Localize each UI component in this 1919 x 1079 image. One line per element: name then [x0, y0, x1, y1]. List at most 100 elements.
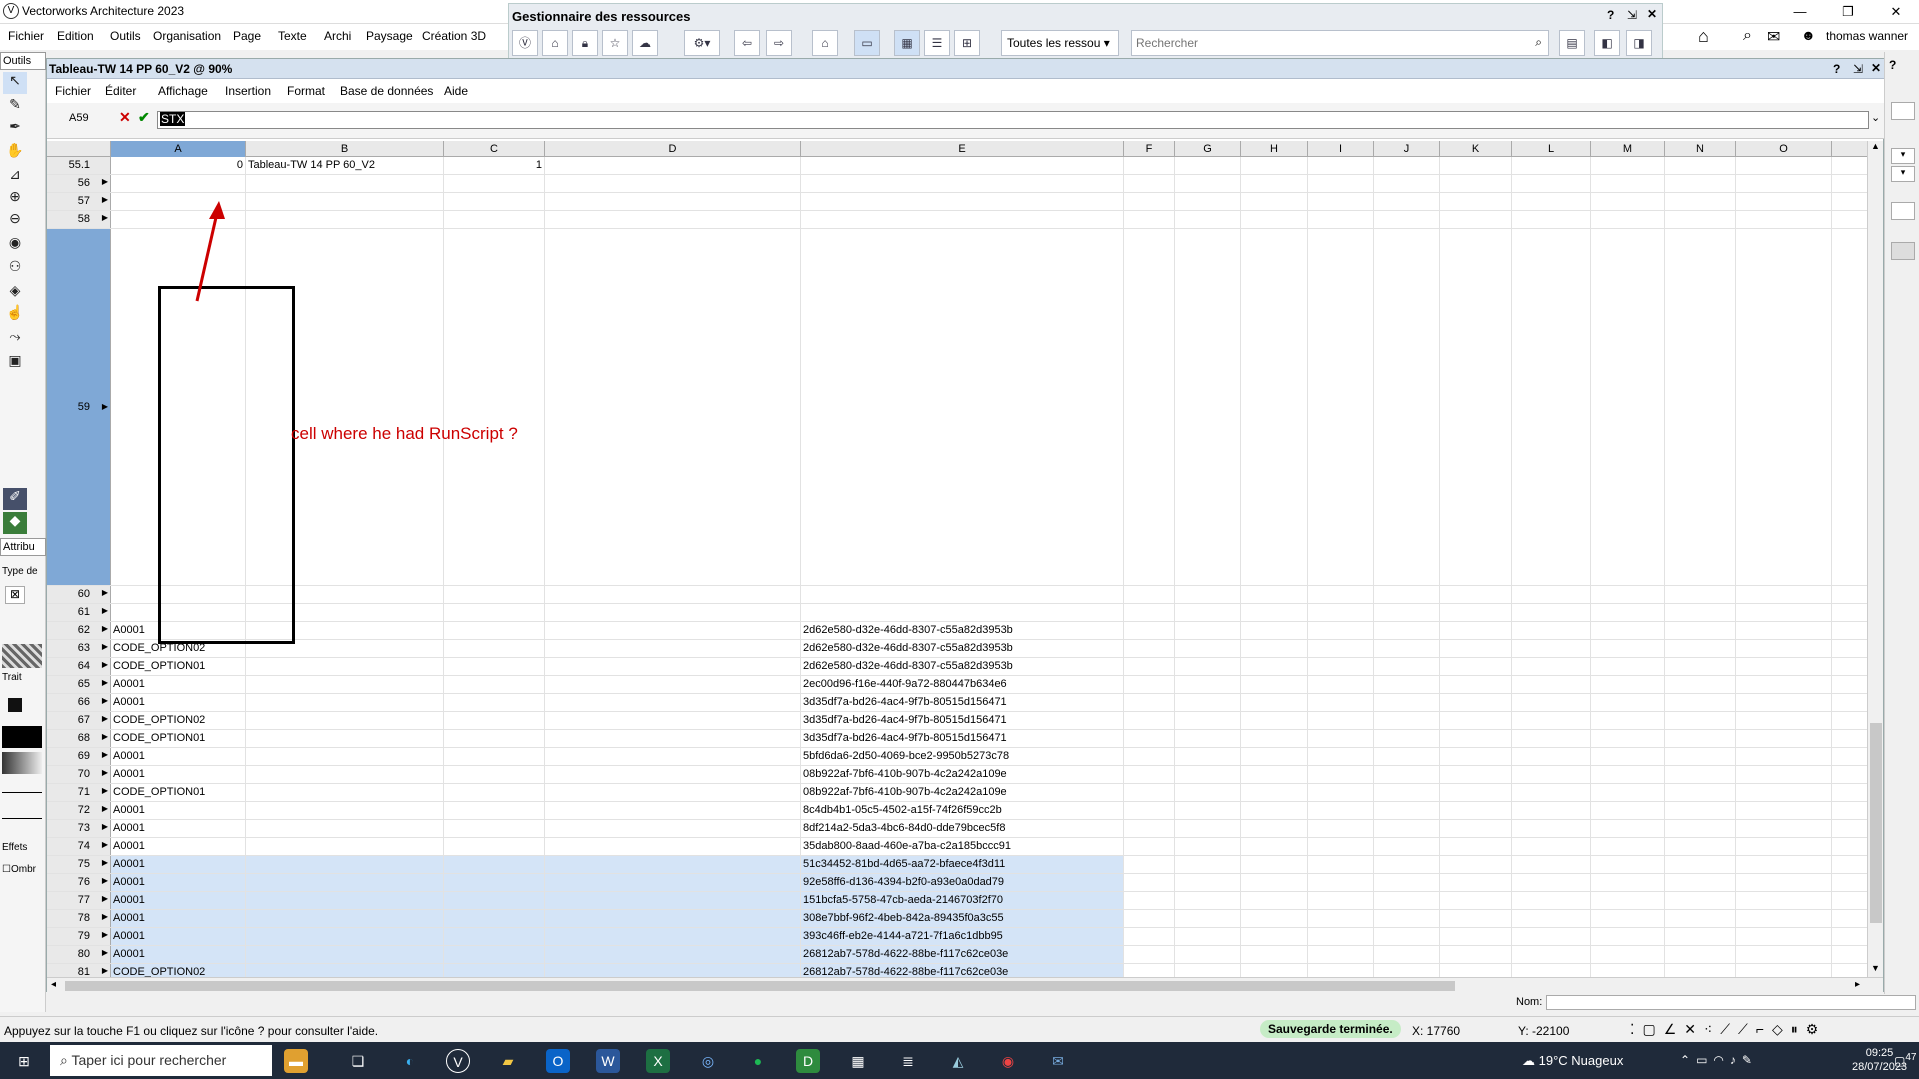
table-cell[interactable] — [1241, 838, 1308, 855]
table-cell[interactable] — [1665, 640, 1736, 657]
shadow-checkbox[interactable]: ☐Ombr — [2, 864, 36, 875]
table-cell[interactable] — [1665, 586, 1736, 603]
menu-2[interactable]: Outils — [110, 29, 141, 43]
table-cell[interactable] — [801, 586, 1124, 603]
settings-icon[interactable]: ⚙ — [1806, 1021, 1827, 1037]
table-cell[interactable] — [1374, 229, 1440, 585]
table-cell[interactable] — [545, 658, 801, 675]
table-cell[interactable] — [1440, 193, 1512, 210]
table-cell[interactable] — [246, 193, 444, 210]
table-cell[interactable] — [1175, 748, 1241, 765]
table-cell[interactable] — [1241, 856, 1308, 873]
table-cell[interactable]: A0001 — [111, 766, 246, 783]
table-cell[interactable] — [1665, 802, 1736, 819]
table-cell[interactable] — [1308, 622, 1374, 639]
table-cell[interactable] — [246, 211, 444, 228]
table-cell[interactable] — [1591, 820, 1665, 837]
table-cell[interactable] — [801, 175, 1124, 192]
snap-grid-icon[interactable]: ⁚ — [1630, 1021, 1642, 1037]
table-cell[interactable] — [1665, 820, 1736, 837]
table-cell[interactable]: CODE_OPTION01 — [111, 784, 246, 801]
sheet-menu-4[interactable]: Format — [287, 84, 325, 98]
scroll-up-icon[interactable]: ▲ — [1871, 141, 1880, 151]
table-cell[interactable] — [1512, 694, 1591, 711]
weather-widget[interactable]: ☁ 19°C Nuageux — [1522, 1053, 1623, 1069]
table-cell[interactable] — [1374, 802, 1440, 819]
word-icon[interactable]: W — [596, 1049, 620, 1073]
table-cell[interactable]: A0001 — [111, 910, 246, 927]
table-cell[interactable] — [545, 874, 801, 891]
table-cell[interactable]: 393c46ff-eb2e-4144-a721-7f1a6c1dbb95 — [801, 928, 1124, 945]
column-header[interactable]: O — [1736, 141, 1832, 157]
row-header[interactable]: 72 ▶ — [47, 802, 111, 819]
pick-tool-icon[interactable]: ✒ — [3, 118, 27, 140]
table-cell[interactable] — [1665, 784, 1736, 801]
lock-icon[interactable]: 🔒︎ — [572, 30, 598, 56]
expand-row-icon[interactable]: ▶ — [102, 858, 108, 867]
menu-8[interactable]: Création 3D — [422, 29, 486, 43]
table-cell[interactable] — [444, 730, 545, 747]
sheet-menu-3[interactable]: Insertion — [225, 84, 271, 98]
table-cell[interactable] — [444, 229, 545, 585]
table-cell[interactable] — [1308, 694, 1374, 711]
attributes-tab[interactable]: Attribu — [0, 538, 46, 556]
table-cell[interactable] — [1124, 730, 1175, 747]
table-cell[interactable] — [246, 676, 444, 693]
pin-icon[interactable]: ⇲ — [1627, 8, 1637, 22]
table-cell[interactable] — [444, 640, 545, 657]
table-cell[interactable] — [1241, 694, 1308, 711]
snap-edge-icon[interactable]: ⌐ — [1756, 1021, 1772, 1037]
table-cell[interactable] — [246, 694, 444, 711]
table-cell[interactable] — [1440, 874, 1512, 891]
table-cell[interactable] — [444, 820, 545, 837]
table-cell[interactable] — [1736, 784, 1832, 801]
expand-row-icon[interactable]: ▶ — [102, 912, 108, 921]
expand-row-icon[interactable]: ▶ — [102, 732, 108, 741]
table-cell[interactable] — [246, 658, 444, 675]
table-cell[interactable] — [444, 802, 545, 819]
table-cell[interactable] — [1374, 730, 1440, 747]
table-cell[interactable] — [1124, 874, 1175, 891]
table-cell[interactable] — [1175, 658, 1241, 675]
magnifier-icon[interactable]: ⌕ — [1743, 27, 1752, 45]
table-cell[interactable] — [1591, 157, 1665, 174]
pen-icon[interactable]: ✎ — [1742, 1053, 1758, 1067]
table-cell[interactable] — [1124, 658, 1175, 675]
table-cell[interactable] — [1308, 946, 1374, 963]
table-cell[interactable] — [1124, 622, 1175, 639]
table-cell[interactable] — [1308, 586, 1374, 603]
table-cell[interactable] — [1512, 946, 1591, 963]
table-cell[interactable]: 51c34452-81bd-4d65-aa72-bfaece4f3d11 — [801, 856, 1124, 873]
table-cell[interactable] — [1308, 229, 1374, 585]
table-cell[interactable] — [801, 157, 1124, 174]
table-cell[interactable] — [545, 604, 801, 621]
zoom-in-icon[interactable]: ⊕ — [3, 188, 27, 210]
chevron-down-icon[interactable]: ⌄ — [1871, 111, 1880, 124]
table-cell[interactable] — [1308, 604, 1374, 621]
table-cell[interactable] — [545, 892, 801, 909]
table-cell[interactable] — [1374, 910, 1440, 927]
table-cell[interactable] — [1736, 676, 1832, 693]
table-cell[interactable] — [1241, 784, 1308, 801]
table-cell[interactable] — [1665, 874, 1736, 891]
table-cell[interactable] — [444, 676, 545, 693]
table-cell[interactable]: 8c4db4b1-05c5-4502-a15f-74f26f59cc2b — [801, 802, 1124, 819]
back-icon[interactable]: ⇦ — [734, 30, 760, 56]
sheet-menu-6[interactable]: Aide — [444, 84, 468, 98]
table-cell[interactable] — [246, 784, 444, 801]
table-cell[interactable] — [1736, 838, 1832, 855]
table-cell[interactable] — [1175, 784, 1241, 801]
table-cell[interactable] — [246, 964, 444, 977]
table-cell[interactable] — [1665, 964, 1736, 977]
expand-row-icon[interactable]: ▶ — [102, 930, 108, 939]
table-cell[interactable] — [545, 676, 801, 693]
table-cell[interactable] — [1241, 157, 1308, 174]
user-name[interactable]: thomas wanner — [1826, 29, 1908, 43]
table-cell[interactable] — [1665, 229, 1736, 585]
table-cell[interactable] — [1512, 175, 1591, 192]
zoom-out-icon[interactable]: ⊖ — [3, 210, 27, 232]
table-cell[interactable] — [1736, 928, 1832, 945]
table-cell[interactable]: 151bcfa5-5758-47cb-aeda-2146703f2f70 — [801, 892, 1124, 909]
table-cell[interactable] — [1374, 157, 1440, 174]
table-cell[interactable] — [1591, 211, 1665, 228]
